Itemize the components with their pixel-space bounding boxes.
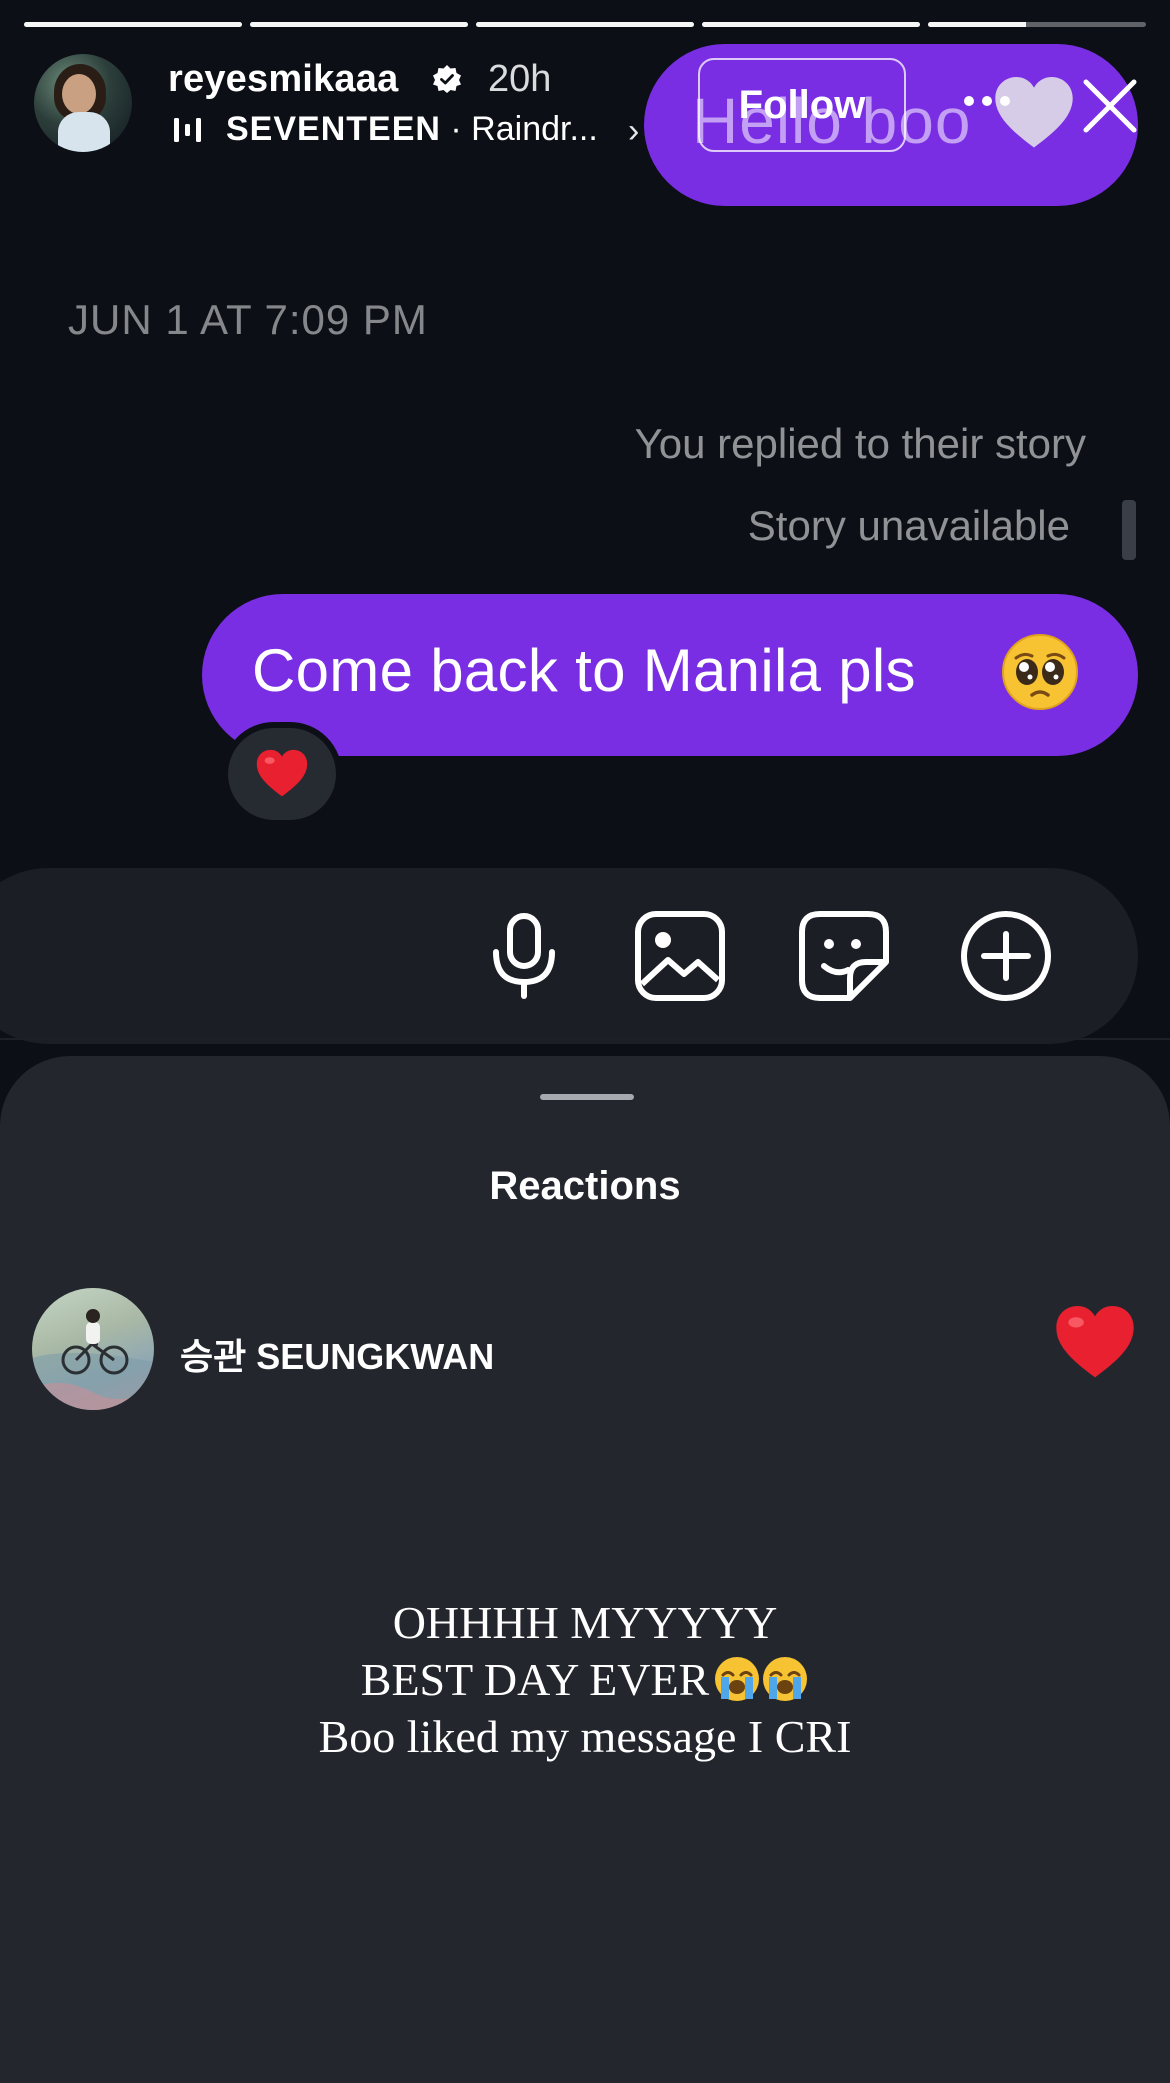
pleading-face-icon [1002,634,1078,710]
close-icon[interactable] [1080,76,1140,136]
caption-text: BEST DAY EVER [360,1654,710,1705]
music-info[interactable]: SEVENTEEN · Raindr... [226,110,598,149]
music-separator: · [440,110,472,148]
message-reaction[interactable] [222,722,342,826]
loudly-crying-face-icon [763,1657,808,1701]
verified-badge-icon [433,65,461,93]
more-icon[interactable] [962,94,1012,108]
story-screen: reyesmikaaa 20h SEVENTEEN · Raindr... › … [0,0,1170,2083]
progress-segment [476,22,694,27]
message-text: Come back to Manila pls [252,637,916,704]
sheet-handle[interactable] [540,1094,634,1100]
music-bars-icon [174,118,201,142]
caption: OHHHH MYYYYY BEST DAY EVER Boo liked my … [0,1594,1170,1765]
add-circle-icon[interactable] [958,908,1054,1004]
chevron-right-icon[interactable]: › [628,112,639,151]
progress-segment [702,22,920,27]
gallery-icon[interactable] [632,908,728,1004]
reactor-avatar[interactable] [32,1288,154,1410]
sheet-title: Reactions [489,1164,681,1208]
music-artist: SEVENTEEN [226,110,441,148]
red-heart-icon [1056,1306,1134,1378]
replied-note: You replied to their story [634,420,1086,467]
story-progress [24,22,1146,28]
profile-avatar[interactable] [34,54,132,152]
red-heart-icon [256,749,308,797]
reactor-name: 승관 SEUNGKWAN [180,1336,495,1377]
divider [0,1038,1170,1040]
follow-button[interactable]: Follow [698,58,906,152]
progress-segment [928,22,1146,27]
progress-segment [250,22,468,27]
microphone-icon[interactable] [476,908,572,1004]
caption-line: BEST DAY EVER [0,1651,1170,1708]
time-ago: 20h [488,58,552,100]
reactions-sheet [0,1056,1170,2083]
loudly-crying-face-icon [715,1657,760,1701]
progress-segment [24,22,242,27]
username[interactable]: reyesmikaaa [168,58,398,101]
caption-line: OHHHH MYYYYY [392,1597,778,1648]
story-reply-indicator [1122,500,1136,560]
white-heart-icon [995,77,1073,148]
sticker-icon[interactable] [796,908,892,1004]
date-stamp: JUN 1 AT 7:09 PM [68,296,428,343]
music-song: Raindr... [471,110,598,148]
caption-line: Boo liked my message I CRI [318,1711,852,1762]
story-status: Story unavailable [747,502,1070,549]
